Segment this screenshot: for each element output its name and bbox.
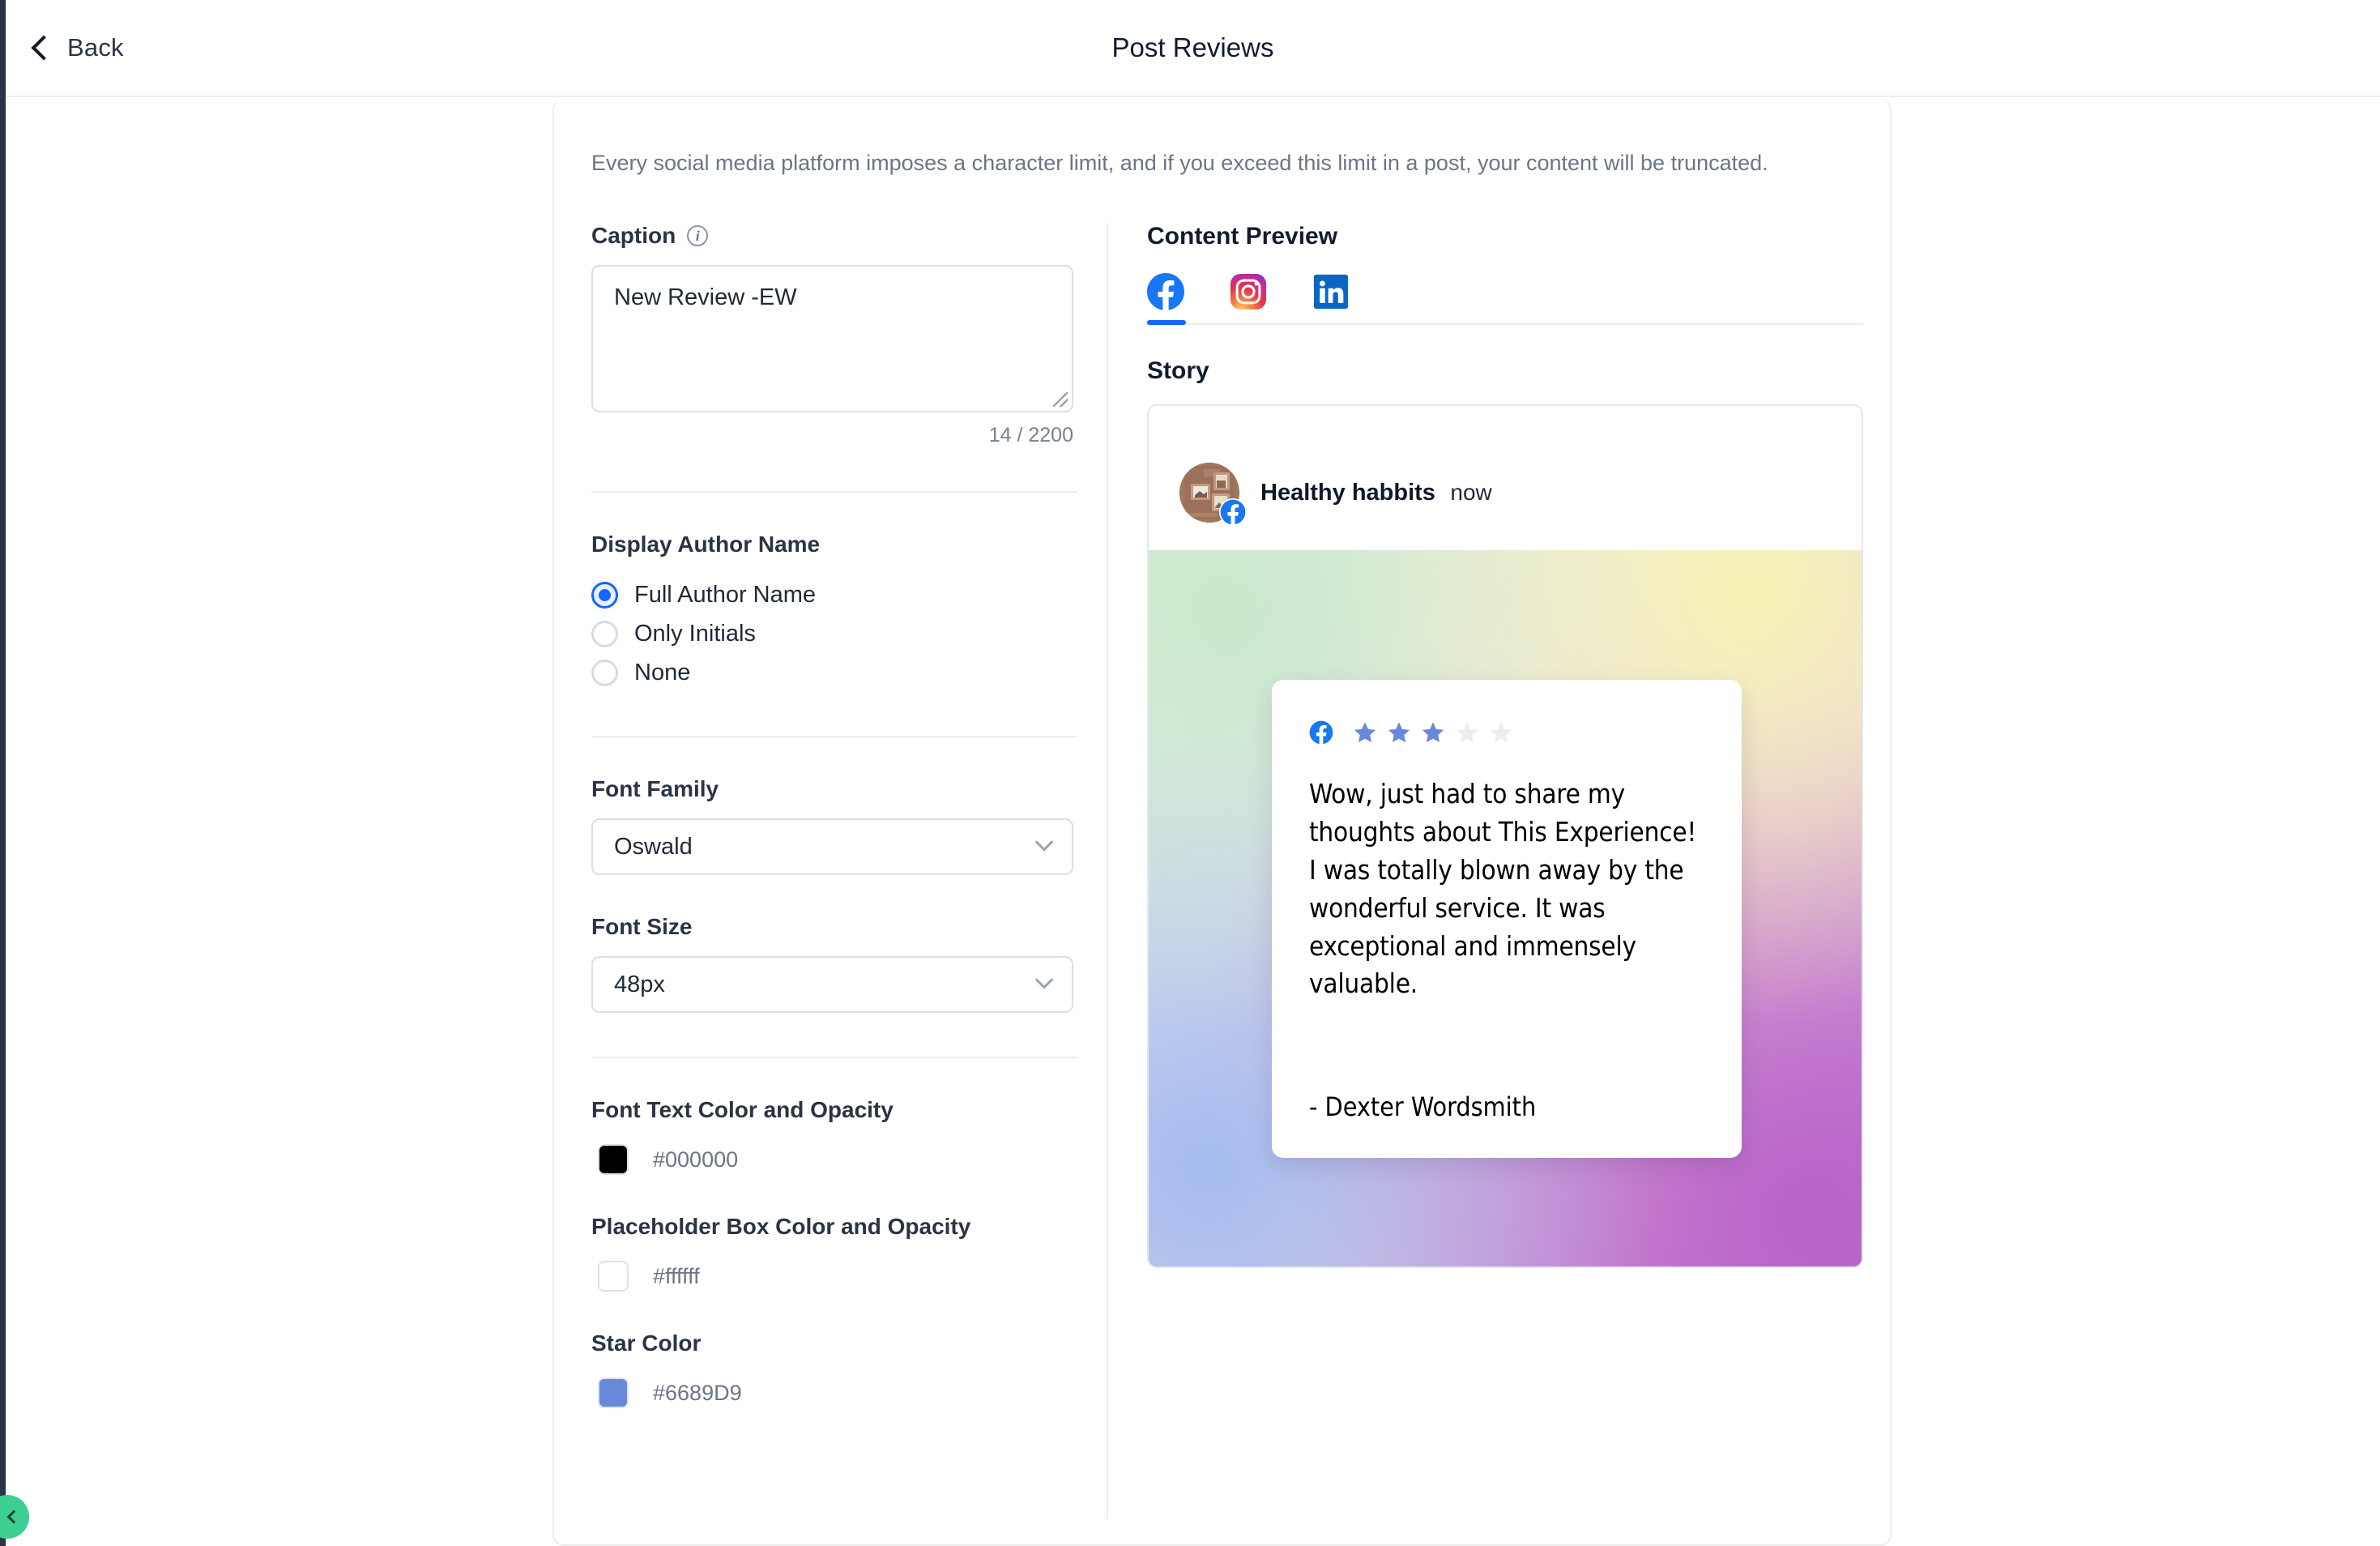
chevron-left-icon [31,35,57,61]
caption-value: New Review -EW [614,284,797,311]
tab-linkedin[interactable] [1312,273,1350,323]
divider-3 [591,1057,1077,1059]
display-author-radio-group: Full Author Name Only Initials None [591,575,1077,692]
star-filled-icon [1422,722,1444,743]
radio-full-author-name[interactable]: Full Author Name [591,575,1077,614]
instagram-icon [1230,274,1267,310]
settings-column: Caption i New Review -EW 14 / 2200 Displ… [554,223,1108,1520]
platform-tabs [1147,273,1863,326]
font-size-label: Font Size [591,914,693,940]
avatar-wrapper [1179,463,1247,527]
color-swatch[interactable] [598,1261,629,1292]
star-filled-icon [1388,722,1410,743]
font-size-section: Font Size 48px [591,914,1077,1014]
radio-label: Only Initials [634,620,756,647]
color-swatch[interactable] [598,1144,629,1176]
color-swatch[interactable] [598,1377,629,1409]
review-author: - Dexter Wordsmith [1309,1091,1537,1123]
facebook-icon [1147,273,1184,311]
facebook-icon [1309,720,1333,745]
story-meta: Healthy habbits now [1260,480,1492,506]
star-color-row: #6689D9 [591,1377,1077,1409]
top-bar: Back Post Reviews [6,0,2380,97]
font-size-value: 48px [614,971,665,997]
radio-indicator[interactable] [591,659,618,686]
review-text: Wow, just had to share my thoughts about… [1309,778,1697,1000]
review-card-header [1309,720,1704,745]
divider-1 [591,491,1077,493]
preview-column: Content Preview Story Healthy habbits no… [1108,223,1890,1519]
font-family-select[interactable]: Oswald [591,818,1073,876]
divider-2 [591,736,1077,738]
linkedin-icon [1313,275,1349,310]
radio-only-initials[interactable]: Only Initials [591,614,1077,653]
resize-handle[interactable] [1053,392,1068,408]
back-button[interactable]: Back [27,27,132,69]
font-family-value: Oswald [614,833,693,860]
star-filled-icon [1354,722,1376,743]
color-hex-value: #ffffff [653,1263,700,1288]
font-text-color-section: Font Text Color and Opacity #000000 [591,1097,1077,1176]
color-hex-value: #6689D9 [653,1380,742,1405]
placeholder-box-color-section: Placeholder Box Color and Opacity #fffff… [591,1214,1077,1292]
font-text-color-row: #000000 [591,1144,1077,1176]
font-size-select[interactable]: 48px [591,956,1073,1014]
caption-input[interactable]: New Review -EW [591,265,1073,413]
chevron-down-icon [1034,971,1054,989]
info-icon[interactable]: i [687,225,709,247]
chevron-left-icon [6,1510,21,1524]
caption-label: Caption [591,223,676,249]
facebook-badge-icon [1219,498,1247,527]
collapse-sidebar-button[interactable] [0,1495,29,1539]
content-columns: Caption i New Review -EW 14 / 2200 Displ… [554,223,1890,1520]
tab-instagram[interactable] [1230,273,1267,323]
story-label: Story [1147,357,1209,385]
story-account-name: Healthy habbits [1260,479,1435,506]
display-author-label: Display Author Name [591,532,821,557]
star-empty-icon [1490,722,1512,743]
radio-label: Full Author Name [634,581,817,608]
color-hex-value: #000000 [653,1147,739,1172]
chevron-down-icon [1034,833,1054,852]
tab-facebook[interactable] [1147,273,1186,326]
star-color-section: Star Color #6689D9 [591,1330,1077,1409]
story-header: Healthy habbits now [1149,406,1862,550]
app-root: Back Post Reviews Every social media pla… [0,0,2380,1546]
font-family-label: Font Family [591,776,719,802]
placeholder-box-color-row: #ffffff [591,1261,1077,1292]
star-color-label: Star Color [591,1330,702,1356]
content-preview-title: Content Preview [1147,223,1338,250]
main-card: Every social media platform imposes a ch… [552,99,1892,1546]
radio-indicator[interactable] [591,620,618,647]
placeholder-box-color-label: Placeholder Box Color and Opacity [591,1214,971,1240]
font-family-section: Font Family Oswald [591,776,1077,876]
display-author-section: Display Author Name Full Author Name Onl… [591,532,1077,692]
back-button-label: Back [67,33,124,62]
story-preview-card: Healthy habbits now Wow, just had to sha… [1147,404,1863,1269]
radio-none[interactable]: None [591,653,1077,692]
font-text-color-label: Font Text Color and Opacity [591,1097,894,1123]
review-card: Wow, just had to share my thoughts about… [1272,680,1742,1159]
story-timestamp: now [1450,479,1492,505]
star-empty-icon [1456,722,1478,743]
story-image-canvas: Wow, just had to share my thoughts about… [1149,550,1862,1267]
left-rail [0,0,6,1546]
radio-label: None [634,659,691,685]
radio-indicator[interactable] [591,581,618,609]
character-limit-notice: Every social media platform imposes a ch… [591,151,1768,175]
page-title: Post Reviews [1111,32,1274,62]
caption-label-row: Caption i [591,223,1077,249]
star-rating [1353,720,1513,745]
caption-char-count: 14 / 2200 [988,424,1073,447]
